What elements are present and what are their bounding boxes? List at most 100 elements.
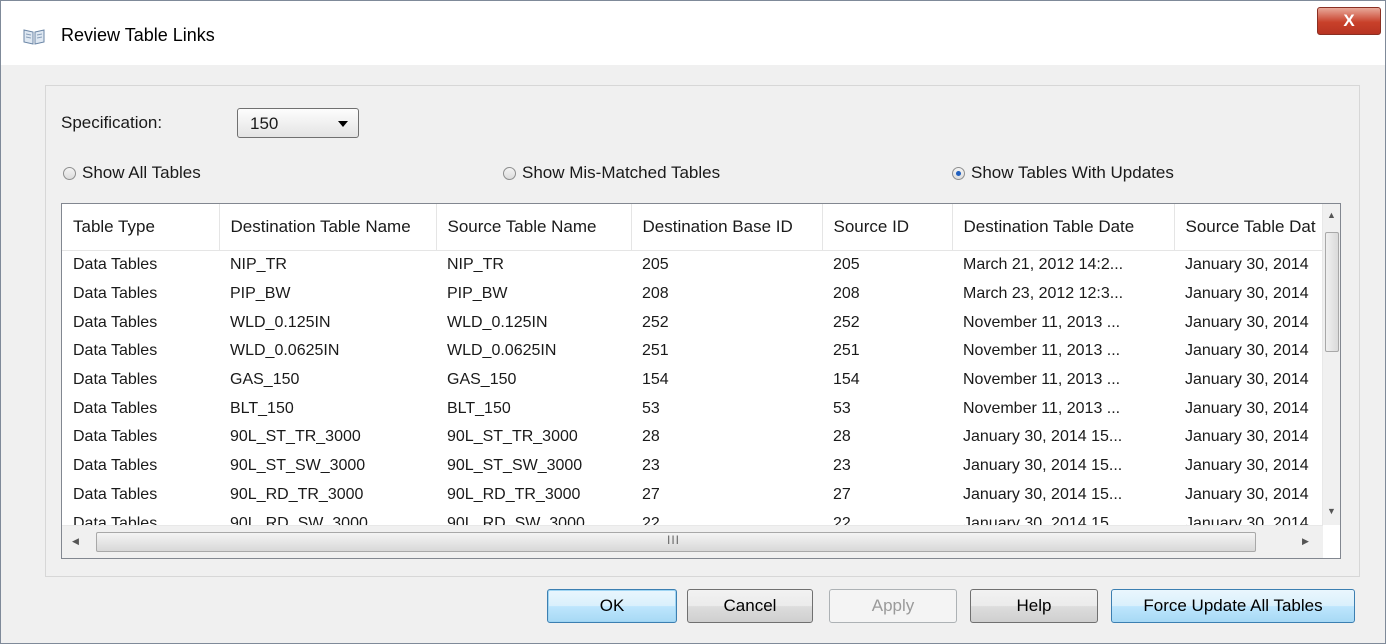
table-cell: 208 [833,285,860,303]
table-cell: 251 [642,342,669,360]
table-cell: 90L_ST_TR_3000 [230,428,361,446]
ok-label: OK [599,596,625,615]
book-icon [23,29,45,45]
column-header[interactable]: Destination Table Name [219,204,437,251]
radio-show-mismatched-tables[interactable]: Show Mis-Matched Tables [503,163,720,183]
column-header[interactable]: Table Type [62,204,220,251]
table-cell: BLT_150 [230,399,294,417]
cancel-label: Cancel [723,596,777,615]
table-cell: WLD_0.0625IN [230,342,340,360]
table-cell: 53 [642,399,660,417]
table-cell: 205 [642,256,669,274]
table-cell: 23 [833,457,851,475]
table-cell: November 11, 2013 ... [963,399,1121,417]
table-cell: January 30, 2014 [1185,313,1309,331]
vertical-scrollbar[interactable]: ▲ ▼ [1322,204,1340,525]
help-button[interactable]: Help [970,589,1098,623]
column-header[interactable]: Destination Base ID [631,204,823,251]
table-cell: WLD_0.125IN [230,313,331,331]
table-cell: 154 [642,371,669,389]
cancel-button[interactable]: Cancel [687,589,813,623]
table-row[interactable]: Data Tables BLT_150 BLT_150 53 53 November 11… [62,394,1324,423]
table-cell: 251 [833,342,860,360]
chevron-down-icon [338,121,348,127]
scroll-thumb[interactable] [1325,232,1339,352]
table-cell: January 30, 2014 15... [963,457,1123,475]
table-cell: Data Tables [73,457,158,475]
scroll-right-icon[interactable]: ▶ [1302,536,1309,547]
scroll-left-icon[interactable]: ◀ [72,536,79,547]
table-cell: January 30, 2014 [1185,371,1309,389]
ok-button[interactable]: OK [547,589,677,623]
table-cell: NIP_TR [230,256,287,274]
table-cell: January 30, 2014 15... [963,485,1123,503]
table-cell: 27 [642,485,660,503]
force-update-all-tables-button[interactable]: Force Update All Tables [1111,589,1355,623]
radio-button[interactable] [503,166,516,180]
table-row[interactable]: Data Tables 90L_RD_TR_3000 90L_RD_TR_3000 2… [62,481,1324,510]
table-cell: January 30, 2014 [1185,428,1309,446]
table-cell: Data Tables [73,428,158,446]
column-header[interactable]: Source Table Dat [1174,204,1325,251]
close-icon: X [1343,11,1355,30]
table-row[interactable]: Data Tables PIP_BW PIP_BW 208 208 March 23, 2… [62,280,1324,309]
table-cell: GAS_150 [230,371,300,389]
table-row[interactable]: Data Tables WLD_0.0625IN WLD_0.0625IN 251 25… [62,337,1324,366]
table-cell: March 23, 2012 12:3... [963,285,1124,303]
table-cell: Data Tables [73,485,158,503]
table-cell: November 11, 2013 ... [963,313,1121,331]
table-cell: 53 [833,399,851,417]
table-links-grid[interactable]: Table Type Destination Table Name Source… [61,203,1341,559]
table-row[interactable]: Data Tables WLD_0.125IN WLD_0.125IN 252 252 N… [62,308,1324,337]
force-update-label: Force Update All Tables [1143,596,1323,615]
table-row[interactable]: Data Tables 90L_ST_TR_3000 90L_ST_TR_3000 2… [62,423,1324,452]
table-cell: 208 [642,285,669,303]
table-cell: January 30, 2014 [1185,342,1309,360]
radio-show-tables-with-updates[interactable]: Show Tables With Updates [952,163,1174,183]
grip-icon: III [667,533,681,547]
table-cell: WLD_0.125IN [447,313,548,331]
table-row[interactable]: Data Tables GAS_150 GAS_150 154 154 November … [62,366,1324,395]
window-title: Review Table Links [61,25,215,45]
table-row[interactable]: Data Tables NIP_TR NIP_TR 205 205 March 21, 2… [62,251,1324,280]
scroll-thumb[interactable]: III [96,532,1256,552]
radio-button[interactable] [63,166,76,180]
table-cell: 90L_ST_SW_3000 [447,457,583,475]
scroll-up-icon[interactable]: ▲ [1327,210,1336,220]
close-button[interactable]: X [1317,7,1381,35]
specification-dropdown[interactable]: 150 [237,108,359,138]
table-cell: 27 [833,485,851,503]
table-cell: 90L_ST_SW_3000 [230,457,366,475]
horizontal-scrollbar[interactable]: ◀ III ▶ [62,525,1323,558]
table-cell: PIP_BW [447,285,508,303]
table-cell: PIP_BW [230,285,291,303]
table-row[interactable]: Data Tables 90L_ST_SW_3000 90L_ST_SW_3000 2… [62,452,1324,481]
table-cell: January 30, 2014 [1185,399,1309,417]
column-header[interactable]: Source Table Name [436,204,632,251]
table-cell: BLT_150 [447,399,511,417]
table-cell: Data Tables [73,371,158,389]
data-table: Table Type Destination Table Name Source… [62,204,1325,538]
table-cell: 90L_ST_TR_3000 [447,428,578,446]
radio-show-all-tables[interactable]: Show All Tables [63,163,201,183]
table-cell: WLD_0.0625IN [447,342,557,360]
column-header[interactable]: Source ID [822,204,953,251]
column-header[interactable]: Destination Table Date [952,204,1175,251]
table-cell: January 30, 2014 15... [963,428,1123,446]
table-cell: November 11, 2013 ... [963,342,1121,360]
table-cell: 90L_RD_TR_3000 [447,485,581,503]
help-label: Help [1016,596,1052,615]
table-cell: 28 [833,428,851,446]
apply-label: Apply [871,596,915,615]
specification-value: 150 [250,114,279,133]
apply-button[interactable]: Apply [829,589,957,623]
title-bar: Review Table Links X [1,1,1385,65]
radio-label: Show Mis-Matched Tables [522,163,721,182]
radio-label: Show Tables With Updates [971,163,1174,182]
table-cell: NIP_TR [447,256,504,274]
scroll-down-icon[interactable]: ▼ [1327,506,1336,516]
table-cell: 28 [642,428,660,446]
radio-button[interactable] [952,166,965,180]
table-cell: 154 [833,371,860,389]
table-cell: January 30, 2014 [1185,485,1309,503]
